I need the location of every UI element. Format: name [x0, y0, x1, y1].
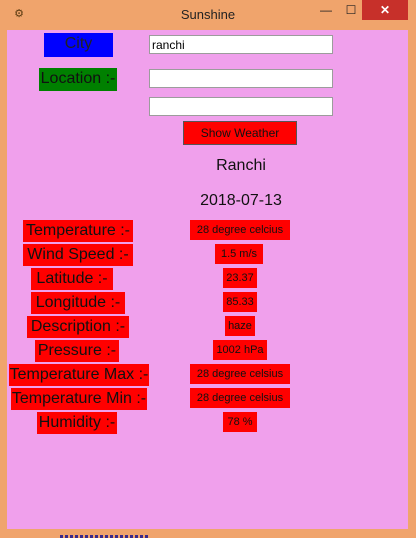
city-input[interactable]	[149, 35, 333, 54]
app-window: ⚙ Sunshine — ☐ ✕ City Location :- Show W…	[0, 0, 416, 538]
pressure-value: 1002 hPa	[213, 340, 267, 360]
description-value: haze	[225, 316, 255, 336]
wind-speed-value: 1.5 m/s	[215, 244, 263, 264]
latitude-value: 23.37	[223, 268, 257, 288]
longitude-value: 85.33	[223, 292, 257, 312]
result-city: Ranchi	[216, 157, 266, 174]
temperature-label: Temperature :-	[23, 220, 133, 242]
wind-speed-label: Wind Speed :-	[23, 244, 133, 266]
title-bar[interactable]: ⚙ Sunshine — ☐ ✕	[0, 0, 416, 30]
temperature-max-label: Temperature Max :-	[9, 364, 149, 386]
temperature-min-label: Temperature Min :-	[11, 388, 147, 410]
maximize-button[interactable]: ☐	[340, 0, 362, 20]
pressure-label: Pressure :-	[35, 340, 119, 362]
city-label: City	[44, 33, 113, 57]
description-label: Description :-	[27, 316, 129, 338]
location-input[interactable]	[149, 69, 333, 88]
close-button[interactable]: ✕	[362, 0, 408, 20]
latitude-label: Latitude :-	[31, 268, 113, 290]
client-area: City Location :- Show Weather Ranchi 201…	[7, 30, 408, 529]
longitude-label: Longitude :-	[31, 292, 125, 314]
humidity-label: Humidity :-	[37, 412, 117, 434]
location-label: Location :-	[39, 68, 117, 91]
minimize-button[interactable]: —	[315, 0, 337, 20]
temperature-min-value: 28 degree celsius	[190, 388, 290, 408]
temperature-max-value: 28 degree celsius	[190, 364, 290, 384]
extra-input[interactable]	[149, 97, 333, 116]
result-date: 2018-07-13	[200, 192, 282, 209]
show-weather-button[interactable]: Show Weather	[183, 121, 297, 145]
temperature-value: 28 degree celcius	[190, 220, 290, 240]
humidity-value: 78 %	[223, 412, 257, 432]
